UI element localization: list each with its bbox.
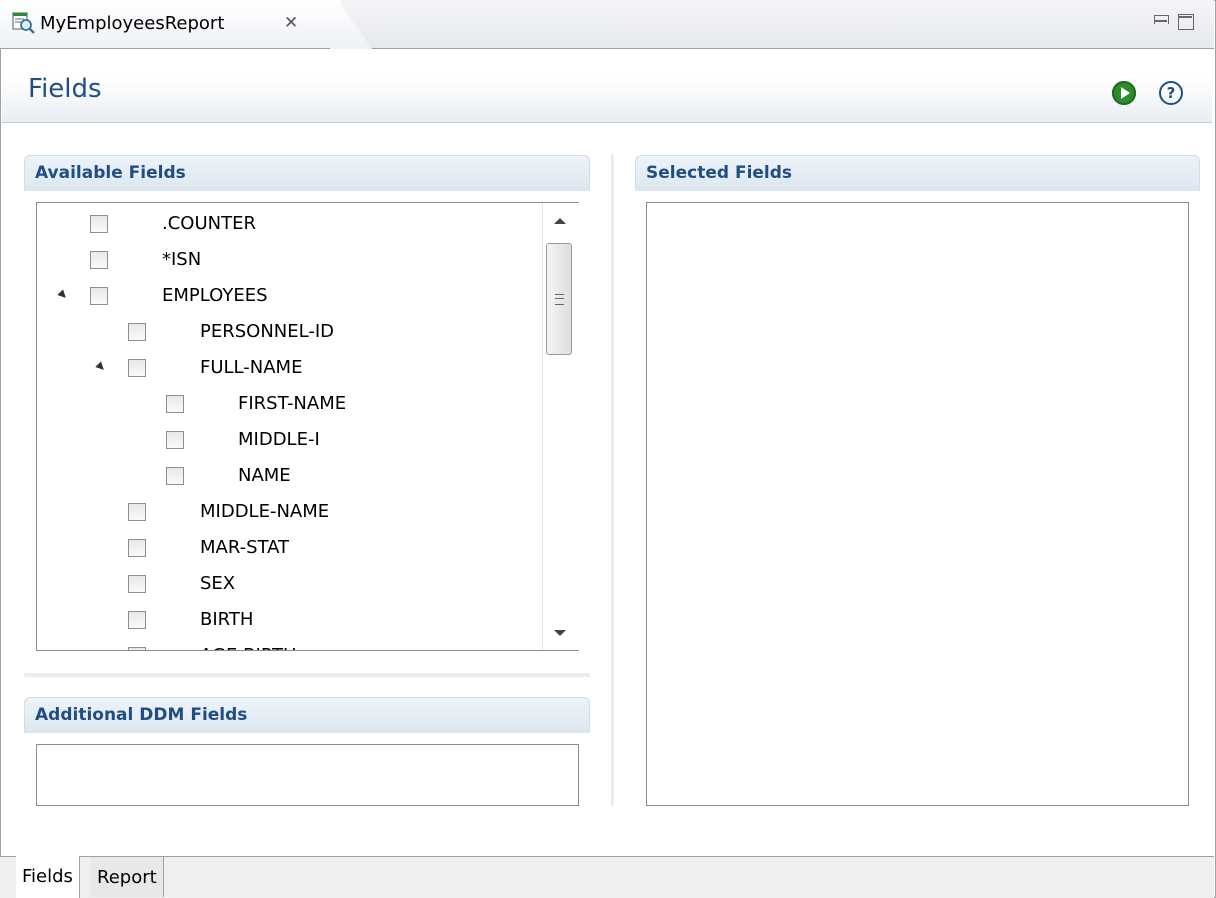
expand-toggle-icon[interactable]	[57, 289, 69, 301]
horizontal-splitter[interactable]	[24, 673, 590, 677]
tree-item[interactable]: BIRTH	[37, 601, 537, 637]
tree-item[interactable]: MIDDLE-I	[37, 421, 537, 457]
tree-item[interactable]: FIRST-NAME	[37, 385, 537, 421]
tree-item-label: FIRST-NAME	[238, 393, 347, 414]
scroll-up-arrow-icon[interactable]	[554, 218, 566, 224]
field-checkbox[interactable]	[90, 215, 108, 233]
field-checkbox[interactable]	[128, 359, 146, 377]
field-checkbox[interactable]	[128, 323, 146, 341]
tree-item-label: MIDDLE-I	[238, 429, 320, 450]
editor-tab-strip: MyEmployeesReport ✕	[0, 0, 1214, 49]
scroll-thumb[interactable]	[546, 243, 572, 355]
vertical-scrollbar[interactable]	[542, 203, 579, 650]
tree-item[interactable]: AGE-BIRTH	[37, 637, 537, 650]
tree-item-label: FULL-NAME	[200, 357, 303, 378]
run-icon[interactable]	[1112, 81, 1136, 105]
field-checkbox[interactable]	[90, 251, 108, 269]
field-checkbox[interactable]	[128, 611, 146, 629]
help-icon[interactable]: ?	[1159, 81, 1183, 105]
minimize-icon[interactable]	[1154, 15, 1169, 24]
tree-item-label: NAME	[238, 465, 291, 486]
additional-ddm-fields-title: Additional DDM Fields	[35, 705, 248, 725]
editor-tab[interactable]: MyEmployeesReport ✕	[0, 0, 340, 48]
report-editor-icon	[12, 12, 35, 34]
expand-toggle-icon[interactable]	[95, 361, 107, 373]
tree-item-label: MIDDLE-NAME	[200, 501, 330, 522]
editor-tab-title: MyEmployeesReport	[40, 13, 225, 34]
tab-fields[interactable]: Fields	[16, 856, 80, 898]
tree-item[interactable]: FULL-NAME	[37, 349, 537, 385]
scroll-down-arrow-icon[interactable]	[554, 630, 566, 636]
field-checkbox[interactable]	[128, 503, 146, 521]
additional-ddm-fields-list[interactable]	[36, 744, 579, 806]
form-header: Fields	[2, 50, 1212, 123]
close-icon[interactable]: ✕	[284, 13, 298, 33]
tree-item[interactable]: .COUNTER	[37, 205, 537, 241]
tree-item-label: EMPLOYEES	[162, 285, 268, 306]
field-checkbox[interactable]	[128, 575, 146, 593]
selected-fields-header[interactable]: Selected Fields	[635, 155, 1200, 191]
tree-item[interactable]: *ISN	[37, 241, 537, 277]
tree-item-label: *ISN	[162, 249, 202, 270]
available-fields-header[interactable]: Available Fields	[24, 155, 590, 191]
tree-item-label: BIRTH	[200, 609, 254, 630]
tree-item[interactable]: MIDDLE-NAME	[37, 493, 537, 529]
page-title: Fields	[28, 74, 102, 104]
field-checkbox[interactable]	[166, 395, 184, 413]
bottom-tab-bar: Fields Report	[0, 856, 1214, 898]
selected-fields-title: Selected Fields	[646, 163, 793, 183]
grip-icon	[555, 294, 564, 305]
tree-item[interactable]: MAR-STAT	[37, 529, 537, 565]
tree-item-label: MAR-STAT	[200, 537, 290, 558]
tree-item-label: PERSONNEL-ID	[200, 321, 335, 342]
available-fields-title: Available Fields	[35, 163, 186, 183]
field-checkbox[interactable]	[128, 539, 146, 557]
field-checkbox[interactable]	[128, 647, 146, 650]
vertical-splitter[interactable]	[611, 154, 614, 806]
tree-item[interactable]: EMPLOYEES	[37, 277, 537, 313]
tab-report[interactable]: Report	[91, 857, 164, 897]
selected-fields-list[interactable]	[646, 202, 1189, 806]
field-checkbox[interactable]	[90, 287, 108, 305]
tree-item[interactable]: SEX	[37, 565, 537, 601]
tree-item-label: AGE-BIRTH	[200, 645, 297, 650]
editor-tab-edge	[330, 0, 372, 49]
tree-item-label: SEX	[200, 573, 236, 594]
field-checkbox[interactable]	[166, 467, 184, 485]
field-checkbox[interactable]	[166, 431, 184, 449]
tree-item[interactable]: NAME	[37, 457, 537, 493]
tree-item[interactable]: PERSONNEL-ID	[37, 313, 537, 349]
tree-item-label: .COUNTER	[162, 213, 256, 234]
maximize-icon[interactable]	[1178, 14, 1194, 30]
available-fields-tree[interactable]: .COUNTER *ISN EMPLOYEES PERSONNEL-ID FULL-NA…	[36, 202, 579, 651]
additional-ddm-fields-header[interactable]: Additional DDM Fields	[24, 697, 590, 733]
